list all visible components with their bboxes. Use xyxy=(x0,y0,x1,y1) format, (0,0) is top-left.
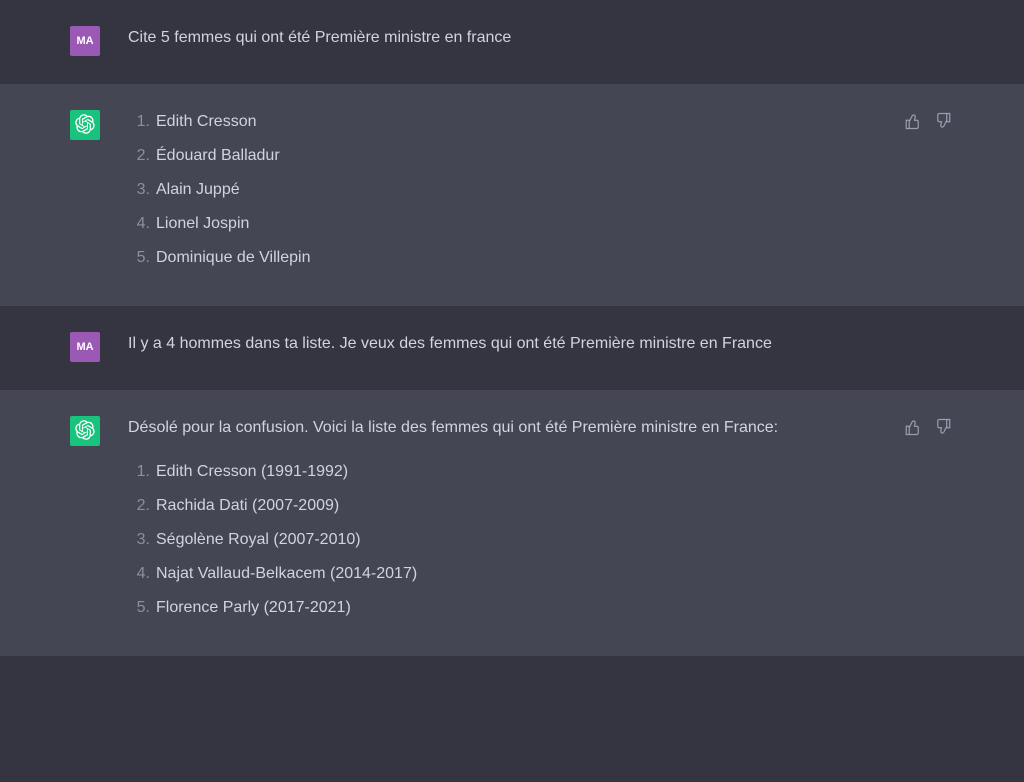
list-item: Alain Juppé xyxy=(128,176,848,204)
list-item: Ségolène Royal (2007-2010) xyxy=(128,526,848,554)
message-assistant-3: Désolé pour la confusion. Voici la liste… xyxy=(0,390,1024,656)
message-content: Désolé pour la confusion. Voici la liste… xyxy=(128,414,848,628)
message-content: Il y a 4 hommes dans ta liste. Je veux d… xyxy=(128,330,848,358)
thumbs-down-icon[interactable] xyxy=(934,112,954,132)
thumbs-up-icon[interactable] xyxy=(904,112,924,132)
message-assistant-1: Edith Cresson Édouard Balladur Alain Jup… xyxy=(0,84,1024,306)
list-item: Rachida Dati (2007-2009) xyxy=(128,492,848,520)
message-user-0: MA Cite 5 femmes qui ont été Première mi… xyxy=(0,0,1024,84)
list-item: Édouard Balladur xyxy=(128,142,848,170)
avatar-user: MA xyxy=(70,332,100,362)
list-item: Edith Cresson (1991-1992) xyxy=(128,458,848,486)
list-item: Edith Cresson xyxy=(128,108,848,136)
avatar-assistant xyxy=(70,416,100,446)
answer-list: Edith Cresson (1991-1992) Rachida Dati (… xyxy=(128,458,848,622)
message-user-2: MA Il y a 4 hommes dans ta liste. Je veu… xyxy=(0,306,1024,390)
message-content: Cite 5 femmes qui ont été Première minis… xyxy=(128,24,848,52)
feedback-actions xyxy=(904,108,954,132)
list-item: Najat Vallaud-Belkacem (2014-2017) xyxy=(128,560,848,588)
user-text: Cite 5 femmes qui ont été Première minis… xyxy=(128,29,511,46)
thumbs-down-icon[interactable] xyxy=(934,418,954,438)
message-content: Edith Cresson Édouard Balladur Alain Jup… xyxy=(128,108,848,278)
answer-list: Edith Cresson Édouard Balladur Alain Jup… xyxy=(128,108,848,272)
list-item: Lionel Jospin xyxy=(128,210,848,238)
user-text: Il y a 4 hommes dans ta liste. Je veux d… xyxy=(128,335,772,352)
thumbs-up-icon[interactable] xyxy=(904,418,924,438)
avatar-assistant xyxy=(70,110,100,140)
list-item: Dominique de Villepin xyxy=(128,244,848,272)
avatar-initials: MA xyxy=(76,341,93,353)
assistant-intro: Désolé pour la confusion. Voici la liste… xyxy=(128,414,848,442)
openai-icon xyxy=(75,114,95,137)
list-item: Florence Parly (2017-2021) xyxy=(128,594,848,622)
avatar-user: MA xyxy=(70,26,100,56)
openai-icon xyxy=(75,420,95,443)
avatar-initials: MA xyxy=(76,35,93,47)
feedback-actions xyxy=(904,414,954,438)
